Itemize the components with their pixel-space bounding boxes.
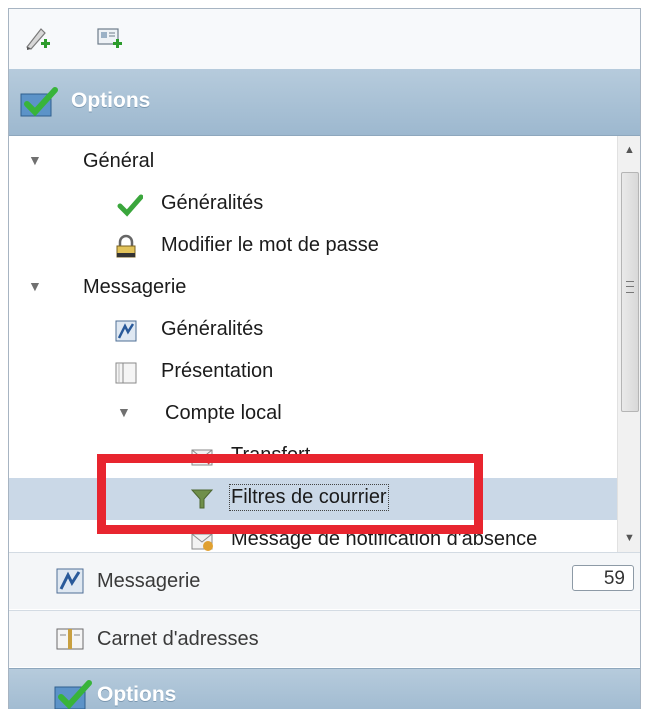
options-panel: Options ▼ Général Généralités Modifier l… <box>8 8 641 709</box>
new-card-icon <box>97 28 122 48</box>
tree-item-label: Généralités <box>161 318 264 340</box>
nav-options-label: Options <box>97 683 177 706</box>
messaging-settings-icon <box>115 320 137 342</box>
collapse-arrow-icon[interactable]: ▼ <box>28 152 42 168</box>
new-contact-button[interactable] <box>23 23 53 53</box>
red-highlight-box <box>97 454 483 534</box>
options-check-icon <box>20 87 58 117</box>
tree-item-general[interactable]: ▼ Général <box>9 142 617 184</box>
nav-messagerie[interactable]: Messagerie 59 <box>9 552 640 609</box>
tree-item-presentation[interactable]: Présentation <box>9 352 617 394</box>
tree-item-messagerie[interactable]: ▼ Messagerie <box>9 268 617 310</box>
scrollbar-thumb[interactable] <box>621 172 639 412</box>
green-check-icon <box>117 194 143 217</box>
tree-item-label: Modifier le mot de passe <box>161 234 379 256</box>
tree-item-label: Généralités <box>161 192 264 214</box>
nav-carnet-label: Carnet d'adresses <box>97 628 259 650</box>
tree-item-label: Messagerie <box>83 276 187 298</box>
tree-item-password[interactable]: Modifier le mot de passe <box>9 226 617 268</box>
new-contact-icon <box>26 28 50 50</box>
tree-item-label: Présentation <box>161 360 274 382</box>
tree-item-label: Compte local <box>165 402 282 424</box>
scroll-down-arrow-icon[interactable]: ▼ <box>618 524 640 552</box>
toolbar <box>9 9 640 70</box>
collapse-arrow-icon[interactable]: ▼ <box>28 278 42 294</box>
lock-icon <box>116 234 136 258</box>
tree-item-messagerie-generalites[interactable]: Généralités <box>9 310 617 352</box>
layout-icon <box>115 362 137 384</box>
address-book-icon <box>56 628 84 650</box>
scroll-up-arrow-icon[interactable]: ▲ <box>618 136 640 164</box>
tree-scrollbar[interactable]: ▲ ▼ <box>617 136 640 552</box>
options-header-title: Options <box>71 89 151 112</box>
tree-item-label: Général <box>83 150 155 172</box>
nav-carnet-adresses[interactable]: Carnet d'adresses <box>9 610 640 667</box>
grip-icon <box>626 281 634 293</box>
options-header[interactable]: Options <box>9 69 640 136</box>
unread-count-badge: 59 <box>572 565 634 591</box>
options-check-icon <box>54 680 92 709</box>
mail-app-icon <box>56 568 84 594</box>
tree-item-compte-local[interactable]: ▼ Compte local <box>9 394 617 436</box>
new-card-button[interactable] <box>95 23 125 53</box>
nav-options[interactable]: Options <box>9 668 640 709</box>
collapse-arrow-icon[interactable]: ▼ <box>117 404 131 420</box>
tree-item-general-generalites[interactable]: Généralités <box>9 184 617 226</box>
nav-messagerie-label: Messagerie <box>97 570 201 592</box>
